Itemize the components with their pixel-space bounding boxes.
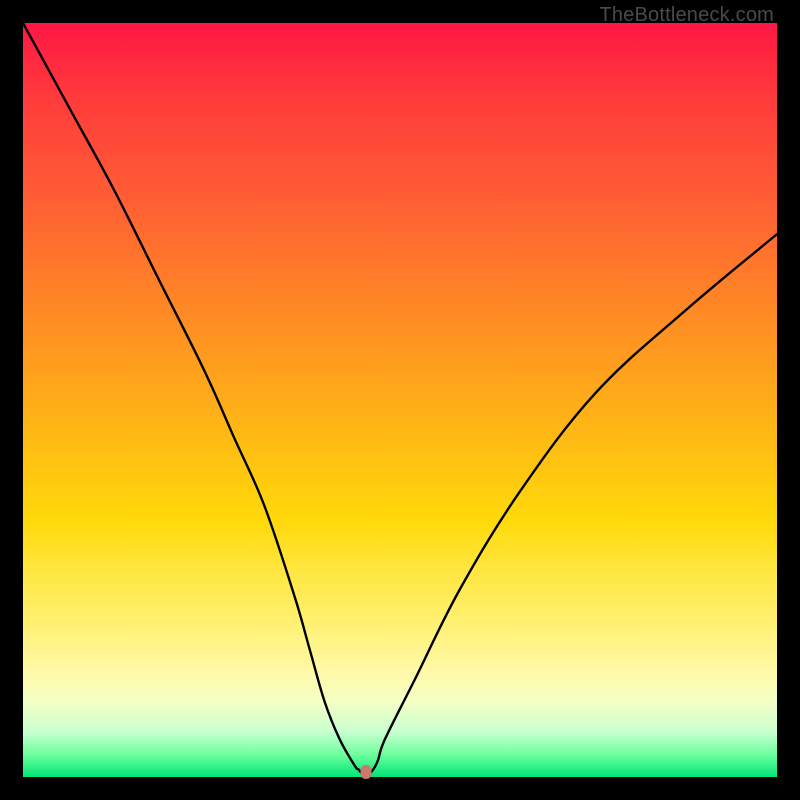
curve-svg [23, 23, 777, 777]
optimum-marker [361, 765, 372, 779]
bottleneck-curve [23, 23, 777, 774]
watermark-text: TheBottleneck.com [599, 4, 774, 27]
plot-area [23, 23, 777, 777]
chart-frame: TheBottleneck.com [0, 0, 800, 800]
